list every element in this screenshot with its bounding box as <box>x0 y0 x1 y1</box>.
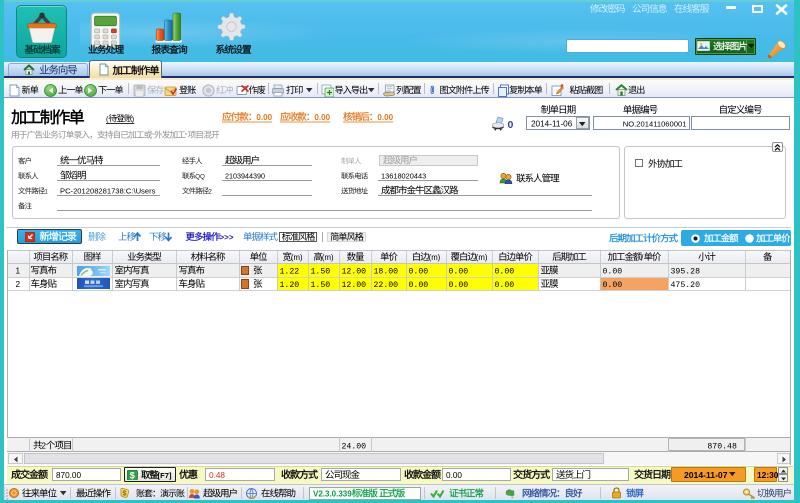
svg-text:$: $ <box>130 470 135 480</box>
svg-text:$: $ <box>123 491 127 498</box>
